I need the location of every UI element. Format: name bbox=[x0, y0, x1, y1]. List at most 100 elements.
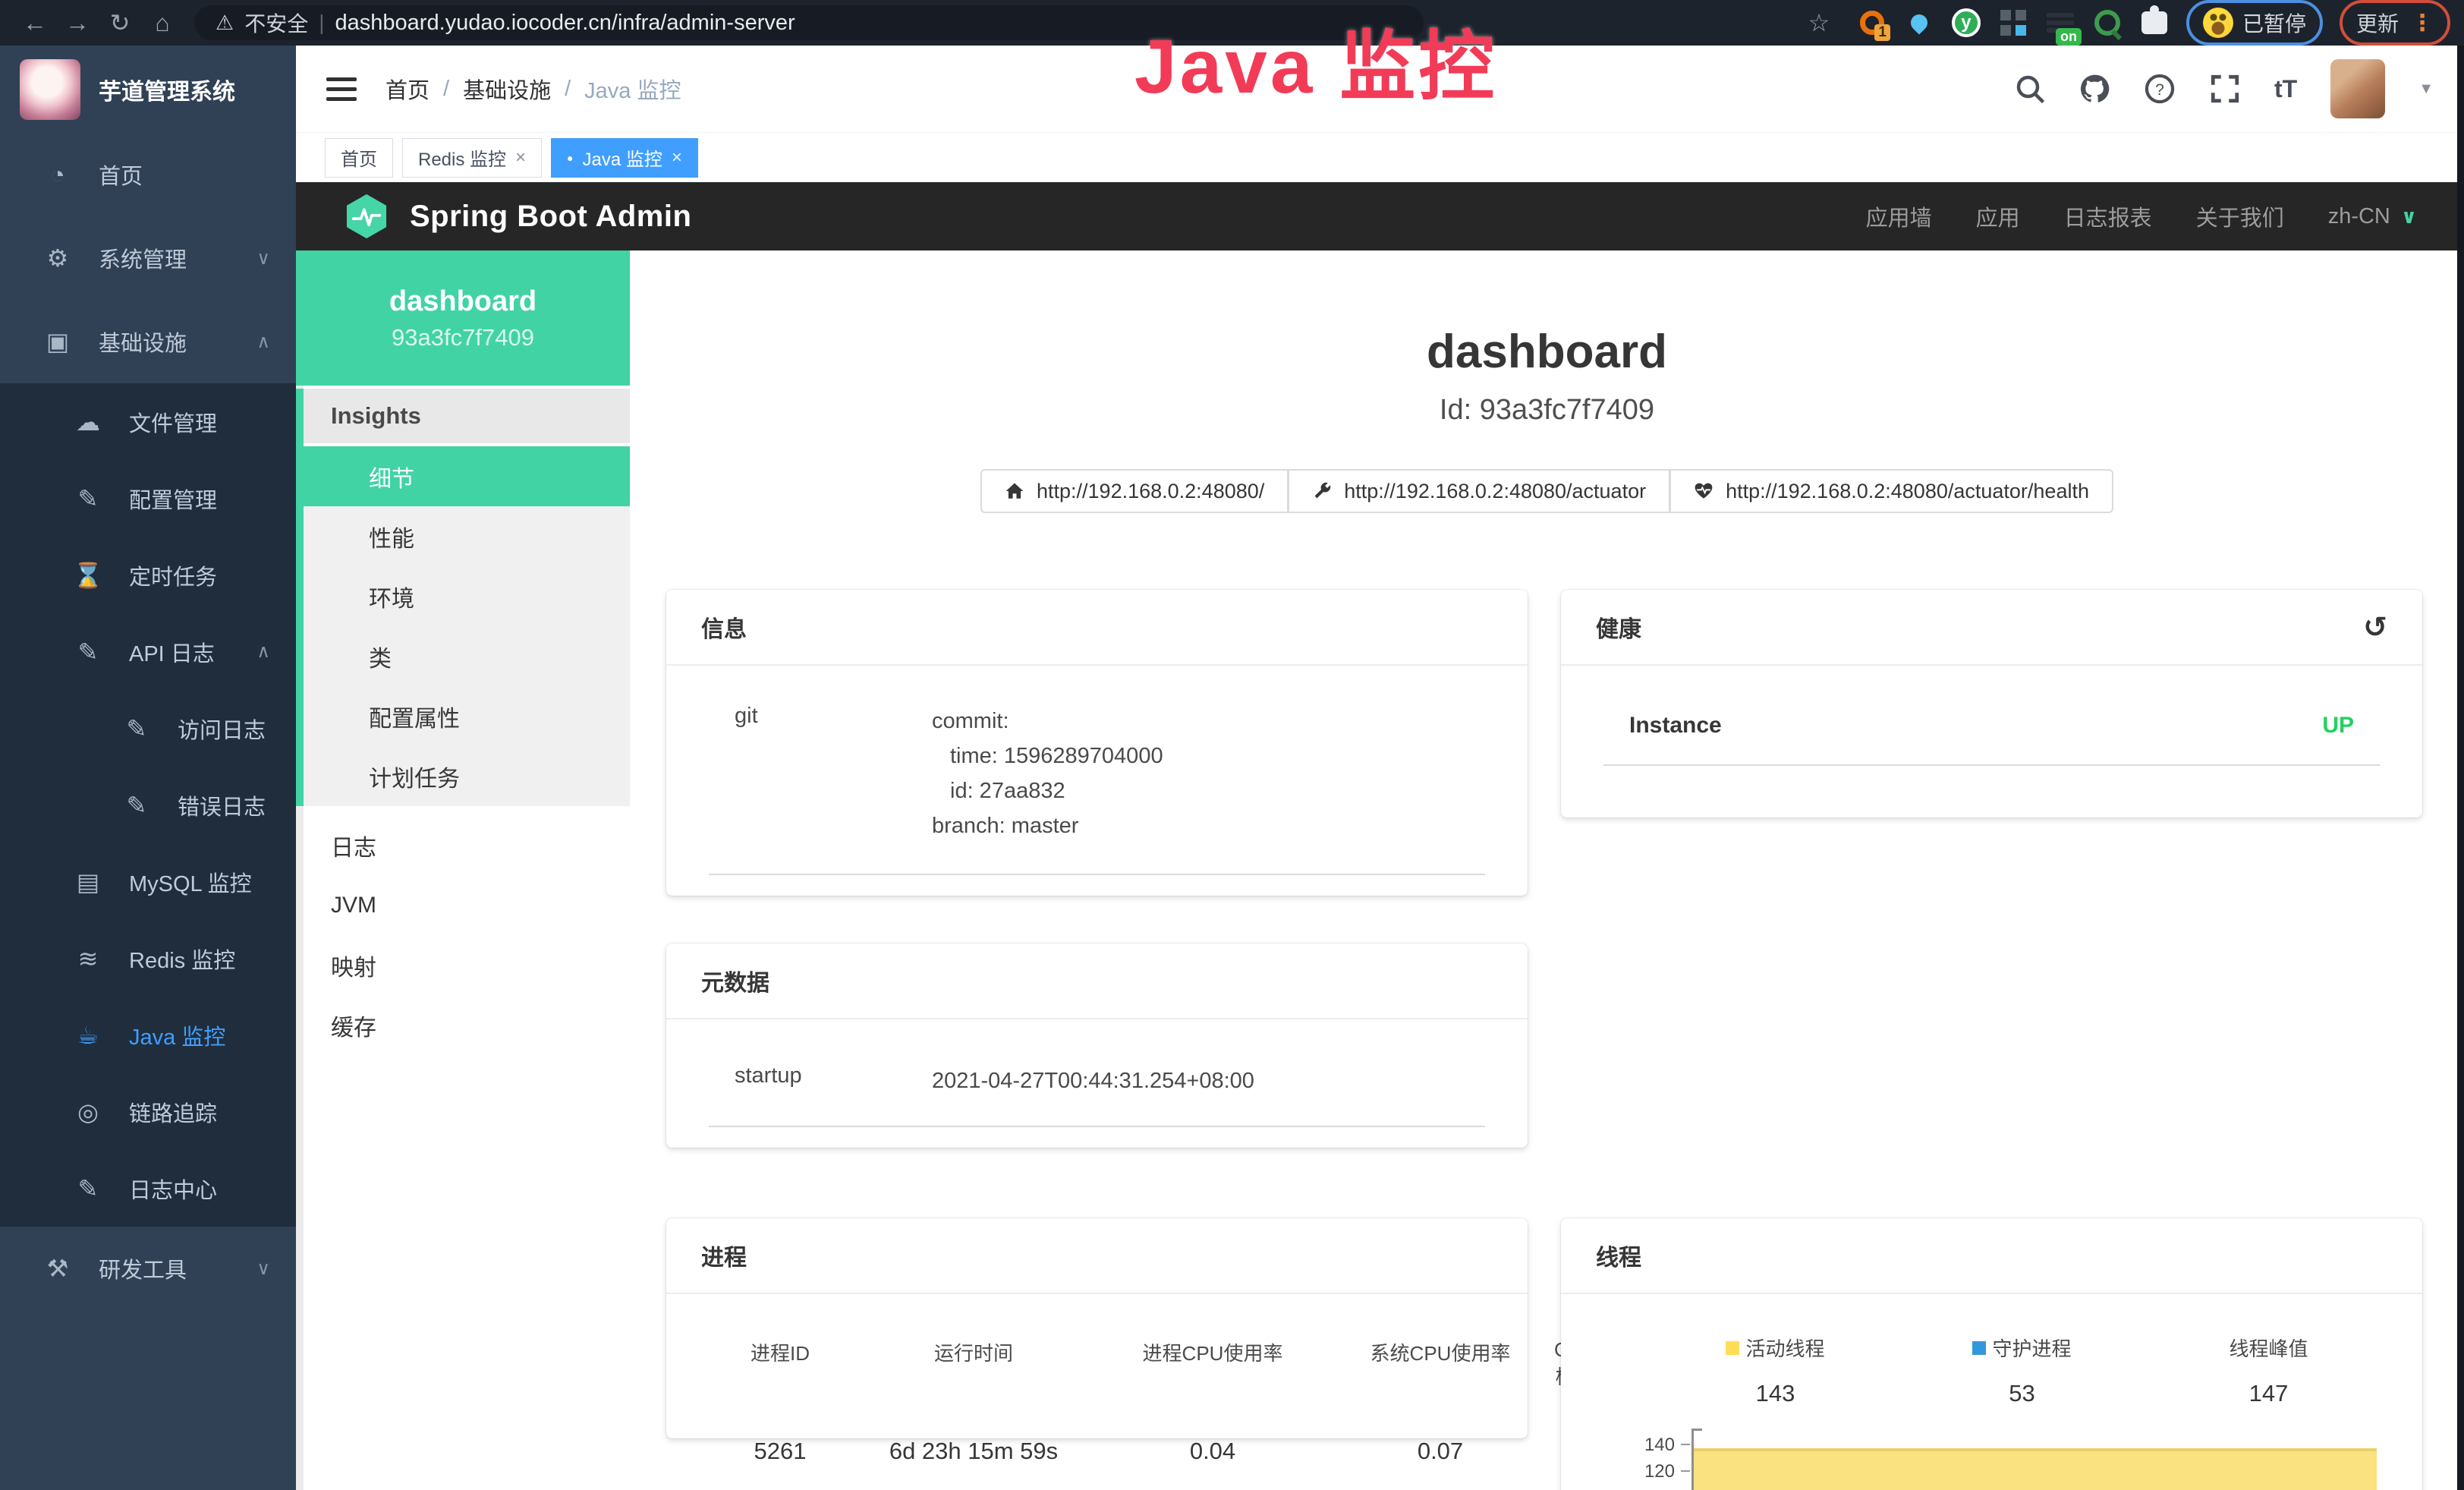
sidebar-item-file[interactable]: ☁ 文件管理 bbox=[0, 383, 296, 460]
tab-java-monitor[interactable]: ● Java 监控 × bbox=[551, 138, 698, 178]
sidebar-item-accesslog[interactable]: ✎ 访问日志 bbox=[0, 690, 296, 767]
chevron-up-icon: ∧ bbox=[256, 641, 270, 663]
browser-forward-icon[interactable]: → bbox=[56, 9, 99, 37]
puzzle-icon bbox=[2141, 11, 2167, 34]
sidebar-item-config[interactable]: ✎ 配置管理 bbox=[0, 460, 296, 537]
sba-brand[interactable]: Spring Boot Admin bbox=[343, 193, 691, 240]
breadcrumb-section[interactable]: 基础设施 bbox=[463, 73, 551, 105]
browser-back-icon[interactable]: ← bbox=[14, 9, 56, 37]
app-logo-row[interactable]: 芋道管理系统 bbox=[0, 46, 296, 133]
profile-paused-chip[interactable]: 已暂停 bbox=[2186, 0, 2323, 46]
search-icon[interactable] bbox=[2015, 74, 2045, 104]
service-url-button[interactable]: http://192.168.0.2:48080/ bbox=[980, 469, 1289, 513]
bookmark-star-icon[interactable]: ☆ bbox=[1798, 8, 1840, 37]
legend-daemon: 守护进程 53 bbox=[1899, 1334, 2145, 1407]
live-swatch-icon bbox=[1726, 1341, 1739, 1355]
sidebar-item-mysql[interactable]: ▤ MySQL 监控 bbox=[0, 843, 296, 920]
sba-item-caches[interactable]: 缓存 bbox=[296, 995, 630, 1055]
close-icon[interactable]: × bbox=[672, 147, 682, 169]
sidebar-item-label: 文件管理 bbox=[129, 406, 217, 438]
sba-nav-wallboard[interactable]: 应用墙 bbox=[1866, 200, 1932, 232]
sidebar-item-infra[interactable]: ▣ 基础设施 ∧ bbox=[0, 300, 296, 383]
browser-home-icon[interactable]: ⌂ bbox=[141, 9, 184, 37]
extension-pin-icon[interactable] bbox=[1904, 8, 1934, 38]
insights-group-label: Insights bbox=[304, 389, 630, 446]
sba-item-logfile[interactable]: 日志 bbox=[296, 815, 630, 875]
infra-submenu: ☁ 文件管理 ✎ 配置管理 ⌛ 定时任务 ✎ API 日志 ∧ ✎ 访问日志 ✎ bbox=[0, 383, 296, 1227]
active-dot-icon: ● bbox=[567, 152, 573, 164]
breadcrumb-separator: / bbox=[565, 77, 571, 102]
health-instance-row[interactable]: Instance UP bbox=[1561, 666, 2422, 739]
threads-card-title: 线程 bbox=[1561, 1218, 2422, 1294]
cloud-upload-icon: ☁ bbox=[73, 408, 103, 436]
sba-nav-journal[interactable]: 日志报表 bbox=[2064, 200, 2152, 232]
chevron-down-icon: ∨ bbox=[256, 1258, 270, 1280]
user-avatar[interactable] bbox=[2330, 59, 2385, 118]
sidebar-item-label: 研发工具 bbox=[99, 1252, 187, 1284]
sidebar-item-logcenter[interactable]: ✎ 日志中心 bbox=[0, 1150, 296, 1227]
edit-icon: ✎ bbox=[73, 484, 103, 513]
sidebar-item-home[interactable]: ◔ 首页 bbox=[0, 133, 296, 216]
github-icon[interactable] bbox=[2079, 73, 2110, 105]
col-process-cpu: 进程CPU使用率 bbox=[1099, 1338, 1326, 1418]
sba-item-details[interactable]: 细节 bbox=[304, 446, 630, 506]
help-icon[interactable]: ? bbox=[2144, 73, 2176, 105]
dashboard-icon: ◔ bbox=[42, 161, 73, 189]
sidebar-item-apilog[interactable]: ✎ API 日志 ∧ bbox=[0, 613, 296, 690]
sidebar-item-errorlog[interactable]: ✎ 错误日志 bbox=[0, 767, 296, 843]
sidebar-item-trace[interactable]: ◎ 链路追踪 bbox=[0, 1073, 296, 1150]
info-key: git bbox=[735, 704, 932, 843]
sba-nav-applications[interactable]: 应用 bbox=[1976, 200, 2020, 232]
sidebar-item-java-monitor[interactable]: ☕ Java 监控 bbox=[0, 997, 296, 1073]
sidebar-item-system[interactable]: ⚙ 系统管理 ∨ bbox=[0, 216, 296, 300]
server-icon: ▤ bbox=[73, 868, 103, 896]
legend-value: 143 bbox=[1652, 1380, 1899, 1407]
divider bbox=[1603, 764, 2380, 766]
svg-text:?: ? bbox=[2155, 81, 2164, 99]
extension-list-icon[interactable]: on bbox=[2045, 8, 2075, 38]
avatar-caret-icon[interactable]: ▼ bbox=[2418, 80, 2434, 98]
extension-magnifier-icon[interactable] bbox=[2092, 8, 2123, 38]
sba-item-configprops[interactable]: 配置属性 bbox=[304, 686, 630, 746]
breadcrumb-home[interactable]: 首页 bbox=[385, 73, 430, 105]
page-url[interactable]: dashboard.yudao.iocoder.cn/infra/admin-s… bbox=[335, 11, 795, 36]
sidebar-item-label: 日志中心 bbox=[129, 1173, 217, 1205]
language-select[interactable]: zh-CN ∨ bbox=[2328, 204, 2417, 229]
sidebar-toggle-icon[interactable] bbox=[326, 77, 357, 101]
page-scrollbar[interactable] bbox=[2457, 46, 2464, 1490]
sidebar-item-devtools[interactable]: ⚒ 研发工具 ∨ bbox=[0, 1227, 296, 1310]
browser-reload-icon[interactable]: ↻ bbox=[99, 8, 141, 37]
extension-y-icon[interactable]: y bbox=[1951, 8, 1981, 38]
sidebar-item-job[interactable]: ⌛ 定时任务 bbox=[0, 537, 296, 613]
tab-redis-monitor[interactable]: Redis 监控 × bbox=[402, 138, 542, 178]
metadata-card-title: 元数据 bbox=[666, 943, 1528, 1019]
history-icon[interactable]: ↺ bbox=[2363, 610, 2387, 644]
extension-c-icon[interactable]: 1 bbox=[1857, 8, 1887, 38]
health-url-button[interactable]: http://192.168.0.2:48080/actuator/health bbox=[1670, 469, 2113, 513]
extensions-puzzle-icon[interactable] bbox=[2139, 8, 2170, 38]
close-icon[interactable]: × bbox=[515, 147, 526, 169]
sba-item-mappings[interactable]: 映射 bbox=[296, 935, 630, 995]
val-process-cpu: 0.04 bbox=[1099, 1438, 1326, 1465]
chrome-update-button[interactable]: 更新 ⋮ bbox=[2340, 0, 2450, 46]
browser-menu-icon[interactable]: ⋮ bbox=[2411, 10, 2434, 36]
sba-item-classes[interactable]: 类 bbox=[304, 626, 630, 686]
instance-header[interactable]: dashboard 93a3fc7f7409 bbox=[296, 250, 630, 386]
sidebar-item-redis[interactable]: ≋ Redis 监控 bbox=[0, 920, 296, 997]
legend-label: 线程峰值 bbox=[2229, 1334, 2308, 1362]
metadata-card: 元数据 startup 2021-04-27T00:44:31.254+08:0… bbox=[666, 943, 1528, 1148]
admin-sidebar: 芋道管理系统 ◔ 首页 ⚙ 系统管理 ∨ ▣ 基础设施 ∧ ☁ 文件管理 ✎ 配… bbox=[0, 46, 296, 1490]
fullscreen-icon[interactable] bbox=[2209, 73, 2241, 105]
sba-nav-about[interactable]: 关于我们 bbox=[2196, 200, 2284, 232]
font-size-icon[interactable]: tT bbox=[2274, 75, 2297, 103]
sba-item-metrics[interactable]: 性能 bbox=[304, 506, 630, 566]
tab-home[interactable]: 首页 bbox=[325, 138, 393, 178]
pin-icon bbox=[1907, 11, 1931, 34]
actuator-url-button[interactable]: http://192.168.0.2:48080/actuator bbox=[1289, 469, 1670, 513]
sba-item-env[interactable]: 环境 bbox=[304, 566, 630, 626]
sba-item-scheduled[interactable]: 计划任务 bbox=[304, 746, 630, 806]
chevron-down-icon: ∨ bbox=[2401, 205, 2417, 228]
security-label[interactable]: 不安全 bbox=[244, 8, 308, 38]
extension-grid-icon[interactable] bbox=[1998, 8, 2028, 38]
sba-item-jvm[interactable]: JVM bbox=[296, 875, 630, 935]
